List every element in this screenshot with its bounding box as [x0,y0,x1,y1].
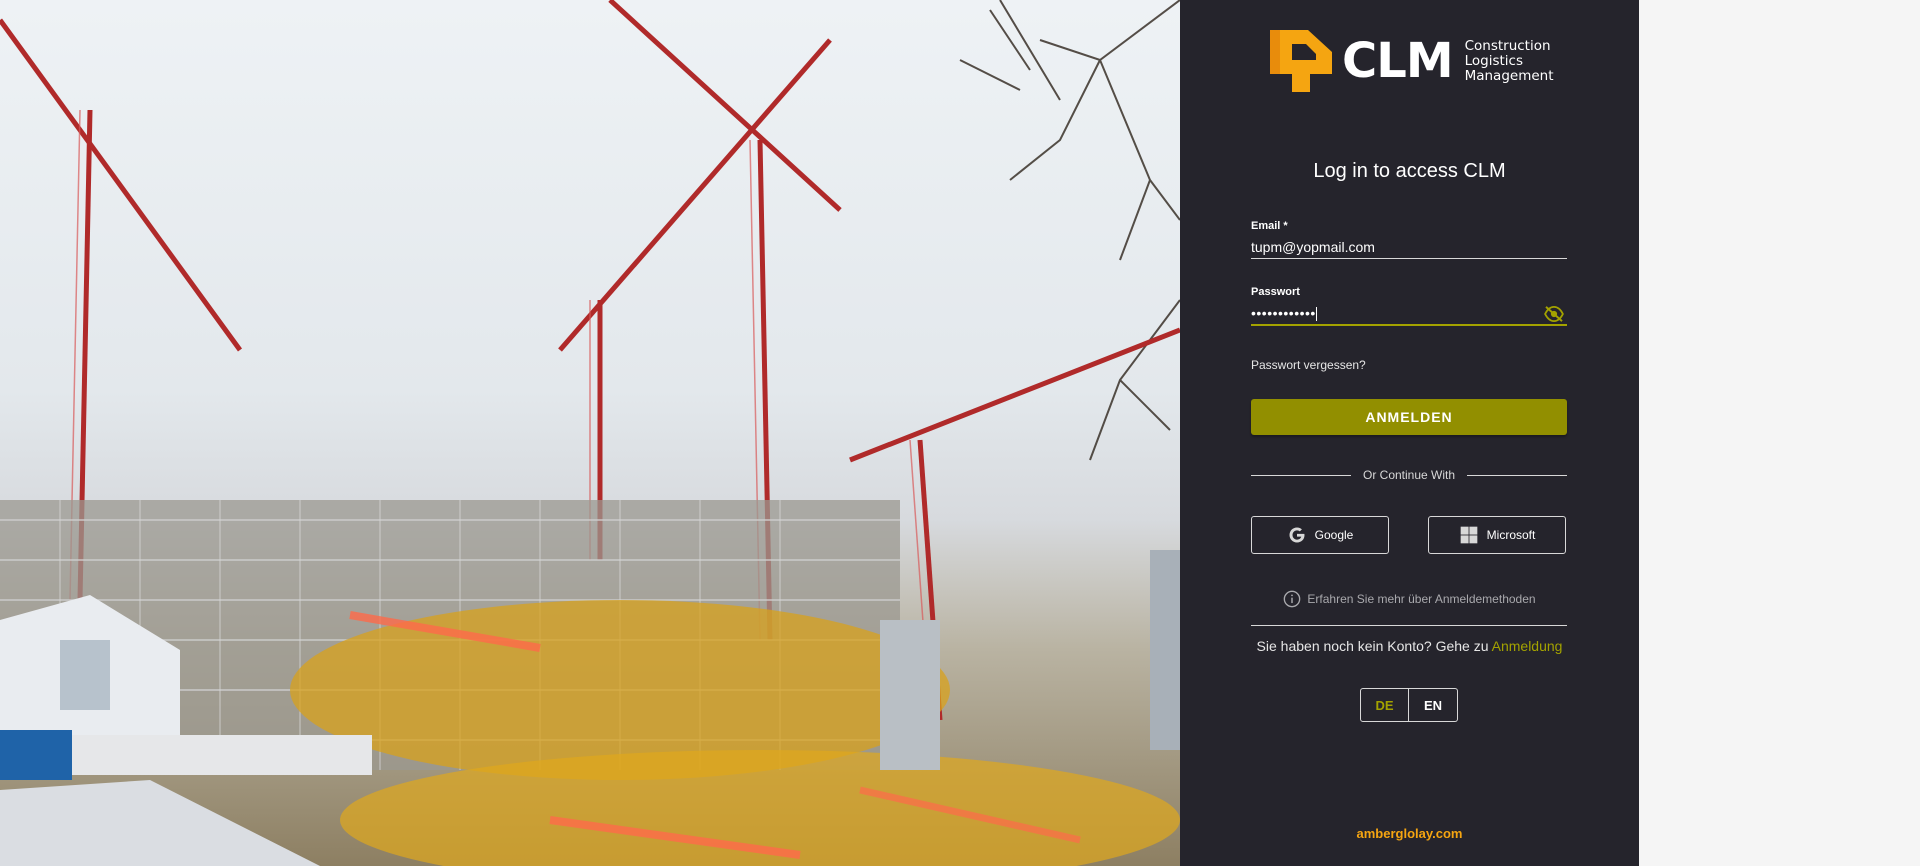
login-button[interactable]: ANMELDEN [1251,399,1567,435]
divider-text: Or Continue With [1362,468,1456,482]
microsoft-icon [1460,526,1477,544]
email-input[interactable]: tupm@yopmail.com [1251,236,1567,258]
brand-tagline: Construction Logistics Management [1464,37,1554,84]
signup-link[interactable]: Anmeldung [1492,638,1563,654]
email-label: Email * [1251,220,1288,232]
signup-prompt: Sie haben noch kein Konto? Gehe zu Anmel… [1180,638,1639,654]
password-field[interactable]: Passwort •••••••••••• [1251,286,1567,326]
info-text: Erfahren Sie mehr über Anmeldemethoden [1307,592,1536,606]
login-methods-info-link[interactable]: Erfahren Sie mehr über Anmeldemethoden [1180,590,1639,608]
footer-link[interactable]: amberglolay.com [1180,826,1639,841]
password-input[interactable]: •••••••••••• [1251,302,1567,324]
forgot-password-link[interactable]: Passwort vergessen? [1251,358,1366,372]
password-underline [1251,324,1567,326]
language-switcher: DE EN [1360,688,1458,722]
eye-off-icon[interactable] [1543,306,1565,322]
login-title: Log in to access CLM [1313,160,1506,182]
email-underline [1251,258,1567,259]
empty-side-area [1639,0,1920,866]
google-login-button[interactable]: Google [1251,516,1389,554]
divider-line-right [1467,474,1568,476]
continue-with-divider: Or Continue With [1251,467,1568,483]
login-panel: CLM Construction Logistics Management Lo… [1180,0,1639,866]
language-en-button[interactable]: EN [1409,688,1458,722]
email-field[interactable]: Email * tupm@yopmail.com [1251,220,1567,259]
language-de-button[interactable]: DE [1360,688,1409,722]
password-label: Passwort [1251,286,1300,298]
clm-logo: CLM Construction Logistics Management [1270,30,1554,92]
google-icon [1289,527,1305,543]
background-photo [0,0,1180,866]
microsoft-login-button[interactable]: Microsoft [1428,516,1566,554]
separator [1251,625,1567,626]
info-icon [1284,590,1301,608]
divider-line-left [1251,474,1351,476]
brand-name: CLM [1342,33,1454,89]
google-label: Google [1314,528,1354,542]
password-value: •••••••••••• [1251,305,1316,321]
clm-logo-icon [1270,30,1332,92]
microsoft-label: Microsoft [1486,528,1536,542]
signup-text: Sie haben noch kein Konto? Gehe zu [1256,638,1489,654]
text-caret [1315,307,1317,322]
